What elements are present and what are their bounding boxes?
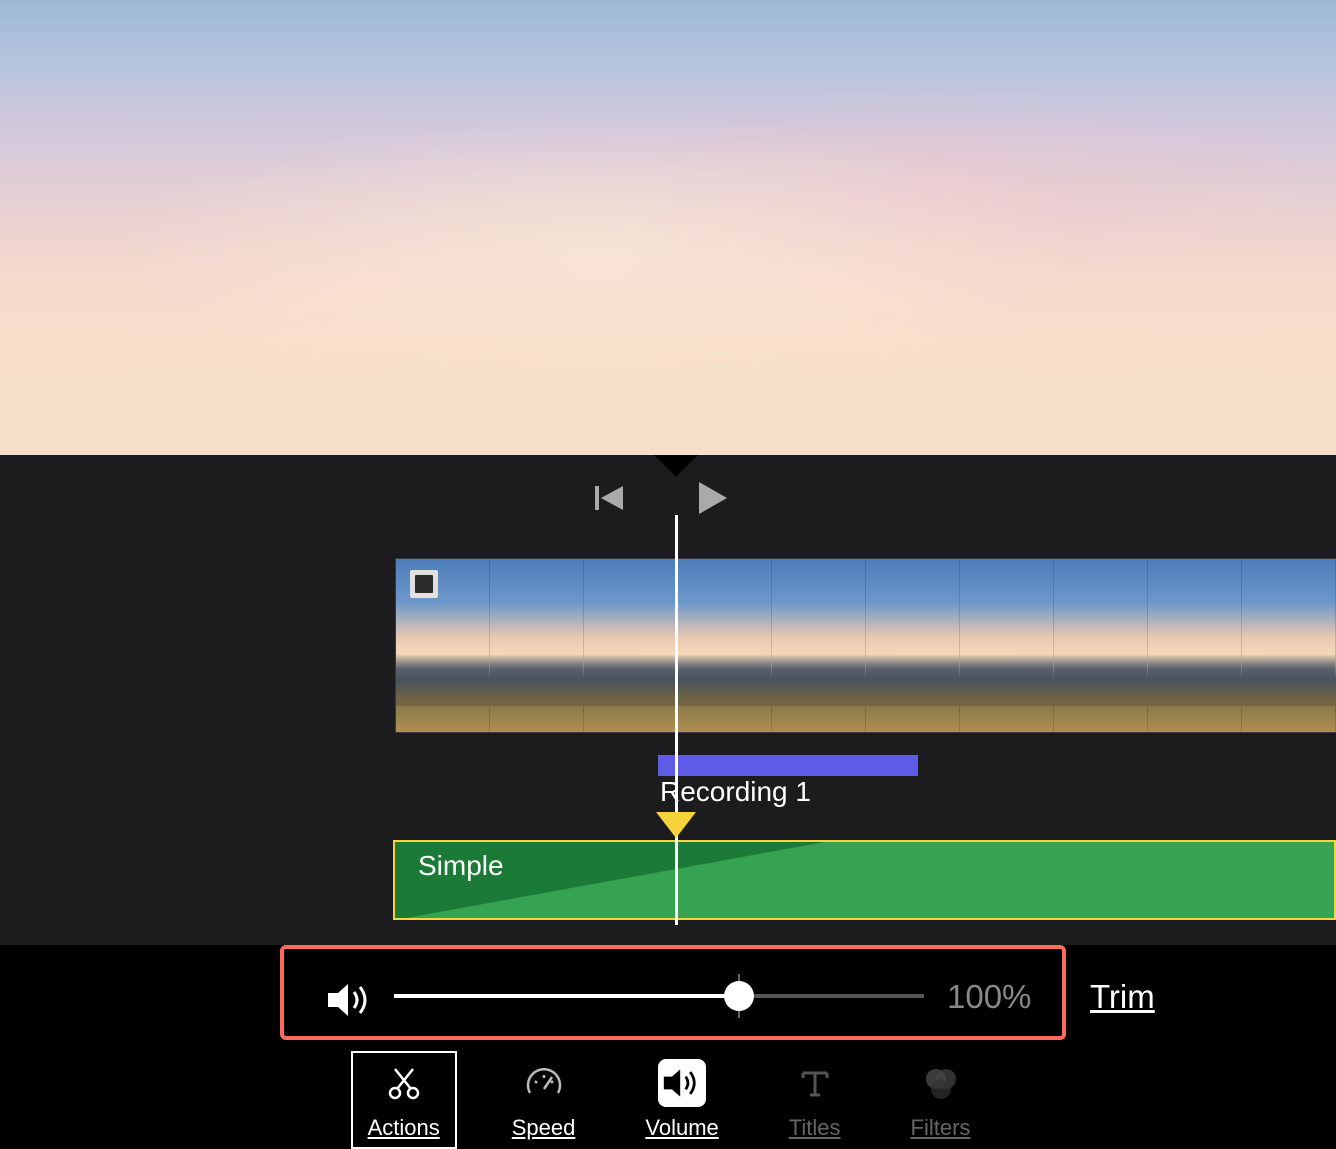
- tool-filters[interactable]: Filters: [896, 1053, 986, 1147]
- video-frame-thumb: [1054, 559, 1148, 732]
- tool-speed[interactable]: Speed: [497, 1053, 591, 1147]
- filters-icon: [920, 1063, 960, 1103]
- recording-clip-label: Recording 1: [660, 776, 811, 808]
- trim-button[interactable]: Trim: [1090, 978, 1155, 1016]
- tool-label: Titles: [789, 1115, 841, 1141]
- volume-icon: [662, 1066, 702, 1100]
- video-frame-thumb: [584, 559, 678, 732]
- playhead-marker-top: [654, 455, 698, 477]
- video-frame-thumb: [1242, 559, 1336, 732]
- video-frame-thumb: [1148, 559, 1242, 732]
- volume-value-label: 100%: [947, 978, 1031, 1016]
- play-button[interactable]: [695, 480, 731, 521]
- slider-empty: [739, 994, 925, 998]
- tool-volume[interactable]: Volume: [630, 1053, 733, 1147]
- transport-controls: [595, 480, 731, 521]
- playhead-line[interactable]: [675, 515, 678, 925]
- video-frame-thumb: [772, 559, 866, 732]
- voiceover-recording-clip[interactable]: [658, 755, 918, 776]
- scissors-icon: [384, 1063, 424, 1103]
- tool-label: Filters: [911, 1115, 971, 1141]
- video-frame-thumb: [960, 559, 1054, 732]
- tool-label: Volume: [645, 1115, 718, 1141]
- audio-playhead-marker: [656, 812, 696, 838]
- video-frame-thumb: [490, 559, 584, 732]
- video-frame-thumb: [866, 559, 960, 732]
- slider-thumb[interactable]: [724, 981, 754, 1011]
- tool-titles[interactable]: Titles: [774, 1053, 856, 1147]
- volume-icon: [328, 982, 372, 1023]
- slider-fill: [394, 994, 739, 998]
- video-clip[interactable]: [395, 558, 1336, 733]
- speedometer-icon: [524, 1063, 564, 1103]
- audio-clip-label: Simple: [418, 850, 504, 882]
- tool-label: Speed: [512, 1115, 576, 1141]
- video-preview: [0, 0, 1336, 455]
- inspector-toolbar: Actions Speed Volume: [0, 1056, 1336, 1144]
- audio-clip[interactable]: [393, 840, 1336, 920]
- tool-actions[interactable]: Actions: [351, 1051, 457, 1149]
- clip-type-badge-icon: [410, 570, 438, 598]
- volume-slider[interactable]: [394, 994, 924, 998]
- tool-label: Actions: [368, 1115, 440, 1141]
- video-frame-thumb: [678, 559, 772, 732]
- skip-previous-button[interactable]: [595, 486, 625, 515]
- text-icon: [795, 1063, 835, 1103]
